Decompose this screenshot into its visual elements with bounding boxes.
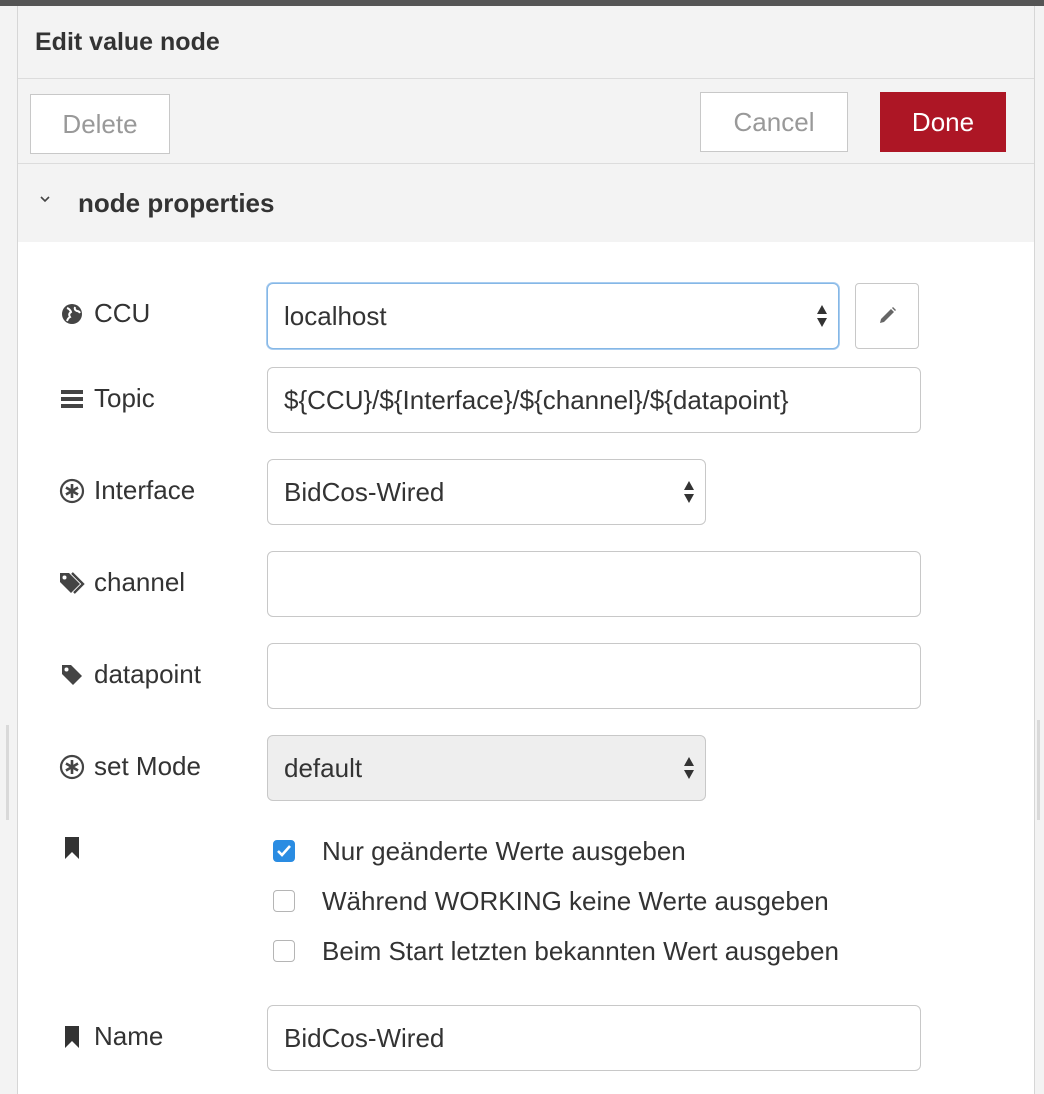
globe-icon — [58, 300, 86, 328]
datapoint-label-text: datapoint — [94, 659, 201, 689]
select-arrows-icon — [817, 305, 827, 327]
checkmark-icon — [277, 845, 291, 857]
bookmark-icon — [58, 834, 86, 862]
list-icon — [58, 385, 86, 413]
option-label: Beim Start letzten bekannten Wert ausgeb… — [322, 936, 839, 966]
right-panel-edge — [1034, 6, 1044, 1094]
left-panel-edge — [0, 6, 18, 1094]
set-mode-label: set Mode — [58, 751, 201, 782]
name-label: Name — [58, 1021, 163, 1052]
ccu-select[interactable]: localhost — [267, 283, 839, 349]
channel-input[interactable] — [267, 551, 921, 617]
topic-input-value: ${CCU}/${Interface}/${channel}/${datapoi… — [284, 384, 789, 415]
dialog-title: Edit value node — [35, 28, 220, 56]
left-resize-handle[interactable] — [6, 725, 9, 820]
checkbox-only-changed[interactable] — [273, 840, 295, 862]
interface-label: Interface — [58, 475, 195, 506]
topic-label-text: Topic — [94, 383, 155, 413]
datapoint-input[interactable] — [267, 643, 921, 709]
datapoint-label: datapoint — [58, 659, 201, 690]
options-label — [58, 834, 94, 862]
channel-label-text: channel — [94, 567, 186, 597]
ccu-label-text: CCU — [94, 298, 151, 328]
set-mode-select-value: default — [284, 752, 363, 783]
set-mode-select[interactable]: default — [267, 735, 706, 801]
pencil-icon — [880, 307, 896, 323]
name-input[interactable]: BidCos-Wired — [267, 1005, 921, 1071]
section-title: node properties — [78, 188, 275, 218]
ccu-select-value: localhost — [284, 300, 387, 331]
asterisk-circle-icon — [58, 753, 86, 781]
option-label: Während WORKING keine Werte ausgeben — [322, 886, 829, 916]
right-resize-handle[interactable] — [1037, 720, 1040, 820]
tags-icon — [58, 569, 86, 597]
ccu-label: CCU — [58, 298, 150, 329]
topic-label: Topic — [58, 383, 155, 414]
option-label: Nur geänderte Werte ausgeben — [322, 836, 686, 866]
delete-button[interactable]: Delete — [30, 94, 170, 154]
channel-label: channel — [58, 567, 185, 598]
tray-header: Edit value node — [18, 6, 1034, 79]
edit-tray: Edit value node Delete Cancel Done node … — [18, 6, 1034, 1094]
select-arrows-icon — [684, 757, 694, 779]
done-button[interactable]: Done — [880, 92, 1006, 152]
edit-ccu-button[interactable] — [855, 283, 919, 349]
cancel-button[interactable]: Cancel — [700, 92, 848, 152]
tray-toolbar: Delete Cancel Done — [18, 79, 1034, 164]
chevron-down-icon[interactable] — [40, 194, 50, 204]
checkbox-last-known-on-start[interactable] — [273, 940, 295, 962]
tag-icon — [58, 661, 86, 689]
bookmark-icon — [58, 1023, 86, 1051]
name-input-value: BidCos-Wired — [284, 1022, 445, 1053]
name-label-text: Name — [94, 1021, 164, 1051]
topic-input[interactable]: ${CCU}/${Interface}/${channel}/${datapoi… — [267, 367, 921, 433]
asterisk-circle-icon — [58, 477, 86, 505]
section-header-node-properties[interactable]: node properties — [18, 164, 1034, 242]
interface-label-text: Interface — [94, 475, 196, 505]
checkbox-no-working[interactable] — [273, 890, 295, 912]
set-mode-label-text: set Mode — [94, 751, 201, 781]
select-arrows-icon — [684, 481, 694, 503]
interface-select[interactable]: BidCos-Wired — [267, 459, 706, 525]
interface-select-value: BidCos-Wired — [284, 476, 445, 507]
